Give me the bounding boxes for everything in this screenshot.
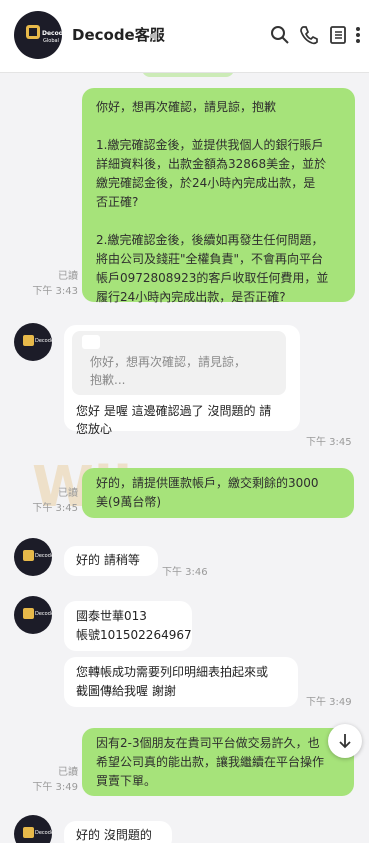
message-line: 您放心 (76, 422, 113, 436)
message-line: 帳號101502264967 (76, 628, 192, 642)
message-line: 否正確? (96, 195, 139, 209)
message-line: 繳完確認金後，於24小時內完成出款，是 (96, 176, 316, 190)
svg-text:Global: Global (43, 38, 59, 44)
message-bubble-received[interactable]: 好的 沒問題的 (64, 821, 172, 843)
quote-line: 你好，想再次確認，請見諒， (90, 355, 247, 369)
message-bubble-sent[interactable]: 好的，請提供匯款帳戶，繳交剩餘的3000 美(9萬台幣) (82, 468, 354, 518)
message-time: 下午 3:45 (32, 503, 78, 514)
message-line: 截圖傳給我喔 謝謝 (76, 684, 176, 698)
avatar[interactable]: Decode Global (14, 11, 62, 59)
message-line: 1.繳完確認金後，並提供我個人的銀行賬戶 (96, 138, 324, 152)
message-bubble-sent[interactable]: 因有2-3個朋友在貴司平台做交易許久，也 希望公司真的能出款，讓我繼續在平台操作… (82, 728, 354, 796)
read-receipt: 已讀 (58, 767, 78, 778)
message-line: 2.繳完確認金後，後續如再發生任何問題， (96, 233, 324, 247)
search-icon[interactable] (269, 24, 291, 46)
message-time: 下午 3:45 (306, 437, 352, 448)
message-text: 好的 請稍等 (76, 553, 140, 567)
chat-header: Decode Global Decode客服 (0, 0, 369, 73)
avatar[interactable]: Decode (14, 596, 52, 634)
svg-text:Decode: Decode (35, 553, 52, 559)
message-time: 下午 3:46 (162, 567, 208, 578)
message-line: 因有2-3個朋友在貴司平台做交易許久，也 (96, 736, 320, 750)
message-time: 下午 3:49 (32, 782, 78, 793)
message-line: 將由公司及錢莊"全權負責"，不會再向平台 (96, 252, 324, 266)
more-icon[interactable] (351, 24, 365, 46)
message-bubble-partial (142, 73, 234, 77)
message-bubble-received[interactable]: 您轉帳成功需要列印明細表拍起來或 截圖傳給我喔 謝謝 (64, 657, 298, 707)
scroll-down-icon (339, 734, 351, 749)
svg-text:Decode: Decode (35, 338, 52, 344)
message-line: 帳戶0972808923的客戶收取任何費用，並 (96, 271, 329, 285)
chat-area[interactable]: Wik 你好，想再次確認，請見諒，抱歉 1.繳完確認金後，並提供我個人的銀行賬戶… (0, 73, 369, 843)
message-text: 好的 沒問題的 (76, 828, 152, 842)
svg-text:Decode: Decode (42, 30, 62, 37)
scroll-down-button[interactable] (328, 724, 362, 758)
notes-icon[interactable] (327, 24, 349, 46)
svg-text:Decode: Decode (35, 611, 52, 617)
svg-text:Decode: Decode (35, 830, 52, 836)
message-line: 您好 是喔 這邊確認過了 沒問題的 請 (76, 404, 272, 418)
message-line: 國泰世華013 (76, 609, 147, 623)
avatar[interactable]: Decode (14, 538, 52, 576)
read-receipt: 已讀 (58, 271, 78, 282)
message-bubble-sent[interactable]: 你好，想再次確認，請見諒，抱歉 1.繳完確認金後，並提供我個人的銀行賬戶 詳細資… (82, 88, 355, 304)
quote-thumbnail (82, 335, 100, 349)
message-line: 你好，想再次確認，請見諒，抱歉 (96, 100, 277, 114)
avatar[interactable]: Decode (14, 815, 52, 843)
message-line: 您轉帳成功需要列印明細表拍起來或 (76, 665, 269, 679)
message-line: 希望公司真的能出款，讓我繼續在平台操作 (96, 755, 325, 769)
message-time: 下午 3:49 (306, 697, 352, 708)
message-line: 美(9萬台幣) (96, 495, 161, 509)
message-time: 下午 3:43 (32, 286, 78, 297)
phone-icon[interactable] (298, 24, 320, 46)
read-receipt: 已讀 (58, 488, 78, 499)
message-line: 詳細資料後，出款金額為32868美金，並於 (96, 157, 327, 171)
message-bubble-received[interactable]: 好的 請稍等 (64, 546, 158, 576)
avatar[interactable]: Decode (14, 323, 52, 361)
message-line: 買賣下單。 (96, 774, 157, 788)
quote-line: 抱歉... (90, 373, 126, 387)
message-line: 好的，請提供匯款帳戶，繳交剩餘的3000 (96, 476, 319, 490)
message-bubble-received[interactable]: 國泰世華013 帳號101502264967 (64, 601, 192, 651)
mute-icon (148, 28, 162, 47)
message-line: 履行24小時內完成出款，是否正確? (96, 290, 286, 304)
